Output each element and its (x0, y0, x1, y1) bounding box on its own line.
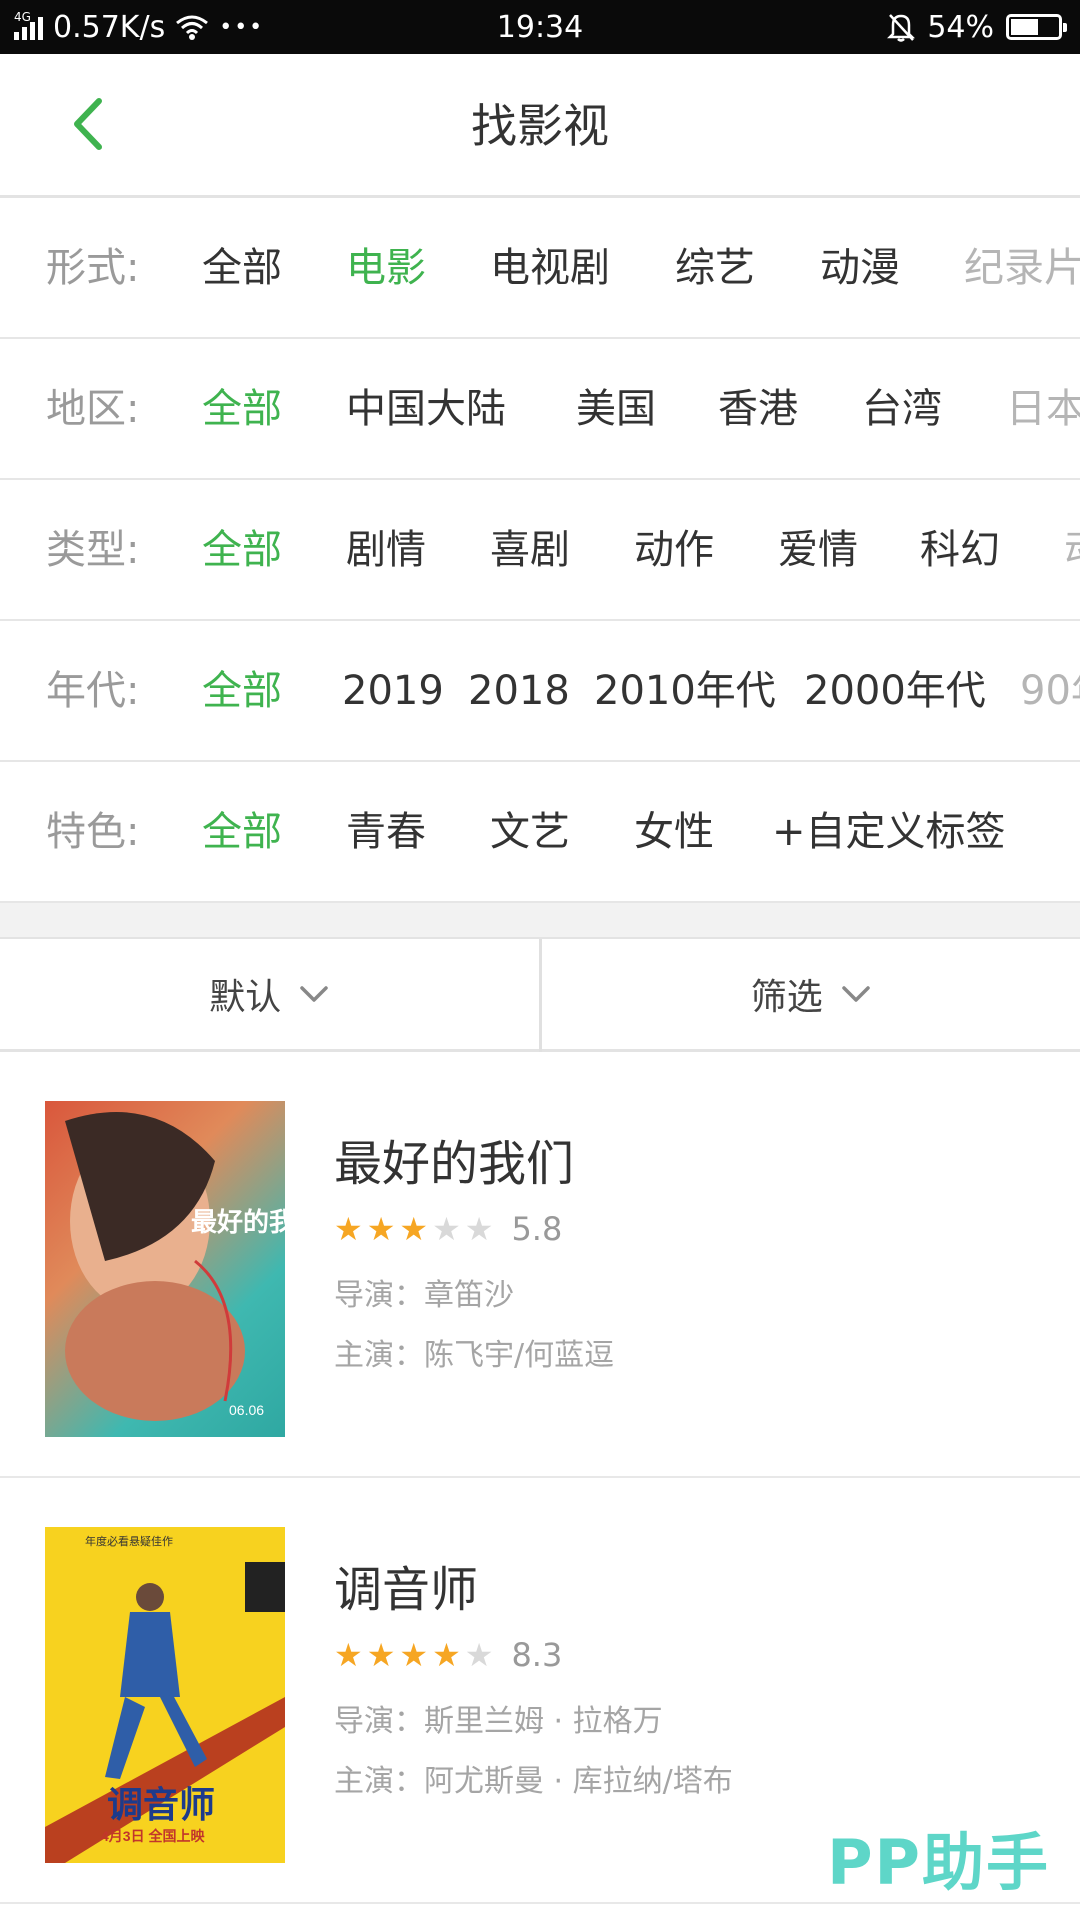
filter-row-region: 地区: 全部 中国大陆 美国 香港 台湾 日本 (0, 339, 1080, 480)
filter-option[interactable]: 爱情 (778, 480, 858, 619)
star-icon: ★ (464, 1636, 494, 1674)
movie-poster[interactable]: 最好的我们 06.06 (45, 1101, 285, 1437)
filter-option[interactable]: 全部 (202, 480, 282, 619)
filter-option[interactable]: 文艺 (490, 762, 570, 901)
poster-title: 最好的我们 (191, 1207, 285, 1237)
status-bar: 4G 0.57K/s ••• 19:34 54% (0, 0, 1080, 54)
filter-option[interactable]: 青春 (346, 762, 426, 901)
custom-tag-button[interactable]: +自定义标签 (772, 762, 1006, 901)
filter-option[interactable]: 香港 (718, 339, 798, 478)
sort-default-label: 默认 (209, 977, 282, 1018)
movie-rating: ★ ★ ★ ★ ★ 8.3 (334, 1635, 562, 1675)
movie-poster[interactable]: 年度必看悬疑佳作 调音师 4月3日 全国上映 (45, 1527, 285, 1863)
filter-row-feature: 特色: 全部 青春 文艺 女性 +自定义标签 (0, 762, 1080, 903)
top-header: 找影视 (0, 54, 1080, 198)
filter-option[interactable]: 动 (1064, 480, 1080, 619)
status-time: 19:34 (496, 9, 584, 45)
filter-option[interactable]: 2000年代 (804, 621, 986, 760)
movie-director: 导演：斯里兰姆 · 拉格万 (334, 1704, 663, 1739)
filter-option[interactable]: 全部 (202, 198, 282, 337)
movie-rating: ★ ★ ★ ★ ★ 5.8 (334, 1209, 562, 1249)
poster-release: 4月3日 全国上映 (101, 1828, 205, 1844)
star-icon: ★ (399, 1210, 429, 1248)
movie-score: 5.8 (511, 1210, 563, 1248)
filter-option[interactable]: 台湾 (862, 339, 942, 478)
filter-option[interactable]: 全部 (202, 762, 282, 901)
mute-bell-icon (887, 14, 916, 42)
status-right: 54% (887, 0, 1067, 54)
filter-panel: 形式: 全部 电影 电视剧 综艺 动漫 纪录片 地区: 全部 中国大陆 美国 香… (0, 198, 1080, 903)
filter-label: 形式: (46, 245, 140, 291)
movie-director: 导演：章笛沙 (334, 1278, 514, 1313)
filter-option[interactable]: 剧情 (346, 480, 426, 619)
battery-fill (1011, 19, 1038, 35)
battery-percent: 54% (927, 9, 994, 45)
filter-option[interactable]: 动作 (634, 480, 714, 619)
filter-option[interactable]: 全部 (202, 621, 282, 760)
poster-art: 最好的我们 06.06 (65, 1112, 285, 1421)
filter-label: 地区: (46, 386, 140, 432)
filter-label: 年代: (46, 668, 140, 714)
sort-bar: 默认 筛选 (0, 939, 1080, 1052)
filter-option[interactable]: 喜剧 (490, 480, 570, 619)
filter-option[interactable]: 纪录片 (964, 198, 1080, 337)
filter-row-era: 年代: 全部 2019 2018 2010年代 2000年代 90年代 (0, 621, 1080, 762)
filter-option[interactable]: 动漫 (820, 198, 900, 337)
cell-signal-icon: 4G (14, 10, 43, 40)
network-speed: 0.57K/s (53, 9, 166, 45)
filter-option[interactable]: 2019 (342, 621, 444, 760)
poster-date: 06.06 (229, 1402, 264, 1418)
filter-option[interactable]: 综艺 (675, 198, 755, 337)
movie-title: 调音师 (334, 1562, 479, 1618)
filter-row-genre: 类型: 全部 剧情 喜剧 动作 爱情 科幻 动 (0, 480, 1080, 621)
star-icon: ★ (366, 1210, 396, 1248)
movie-cast: 主演：阿尤斯曼 · 库拉纳/塔布 (334, 1764, 733, 1799)
poster-art: 年度必看悬疑佳作 调音师 4月3日 全国上映 (45, 1527, 285, 1863)
movie-item[interactable]: 最好的我们 06.06 最好的我们 ★ ★ ★ ★ ★ 5.8 导演：章笛沙 主… (0, 1054, 1080, 1478)
filter-option[interactable]: 日本 (1006, 339, 1080, 478)
filter-option[interactable]: 中国大陆 (346, 339, 506, 478)
filter-label: 类型: (46, 527, 140, 573)
filter-option[interactable]: 电视剧 (490, 198, 610, 337)
wifi-icon (176, 15, 209, 40)
sort-default-button[interactable]: 默认 (0, 939, 539, 1049)
status-left: 4G 0.57K/s ••• (14, 0, 264, 54)
poster-tagline: 年度必看悬疑佳作 (85, 1534, 173, 1548)
movie-cast: 主演：陈飞宇/何蓝逗 (334, 1338, 615, 1373)
filter-row-form: 形式: 全部 电影 电视剧 综艺 动漫 纪录片 (0, 198, 1080, 339)
star-icon: ★ (399, 1636, 429, 1674)
poster-title: 调音师 (107, 1784, 215, 1825)
star-icon: ★ (432, 1636, 461, 1674)
page-title: 找影视 (471, 99, 609, 153)
filter-option[interactable]: 美国 (576, 339, 656, 478)
watermark-logo: PP助手 (827, 1826, 1050, 1899)
filter-button[interactable]: 筛选 (542, 939, 1080, 1049)
battery-icon (1006, 14, 1067, 40)
filter-label: 特色: (46, 809, 140, 855)
movie-score: 8.3 (511, 1636, 563, 1674)
more-dots-icon: ••• (219, 14, 265, 40)
section-divider (0, 903, 1080, 939)
movie-title: 最好的我们 (334, 1136, 575, 1192)
filter-option[interactable]: 2018 (468, 621, 570, 760)
star-icon: ★ (334, 1210, 363, 1248)
star-icon: ★ (432, 1210, 461, 1248)
filter-option[interactable]: 女性 (634, 762, 714, 901)
filter-option[interactable]: 全部 (202, 339, 282, 478)
chevron-down-icon (842, 986, 870, 1002)
network-type: 4G (14, 10, 31, 24)
star-icon: ★ (334, 1636, 363, 1674)
star-icon: ★ (464, 1210, 494, 1248)
chevron-down-icon (300, 986, 328, 1002)
filter-option[interactable]: 2010年代 (594, 621, 776, 760)
filter-label-text: 筛选 (750, 977, 823, 1018)
filter-option[interactable]: 90年代 (1020, 621, 1080, 760)
filter-option[interactable]: 科幻 (920, 480, 1000, 619)
star-icon: ★ (366, 1636, 396, 1674)
filter-option[interactable]: 电影 (346, 198, 426, 337)
